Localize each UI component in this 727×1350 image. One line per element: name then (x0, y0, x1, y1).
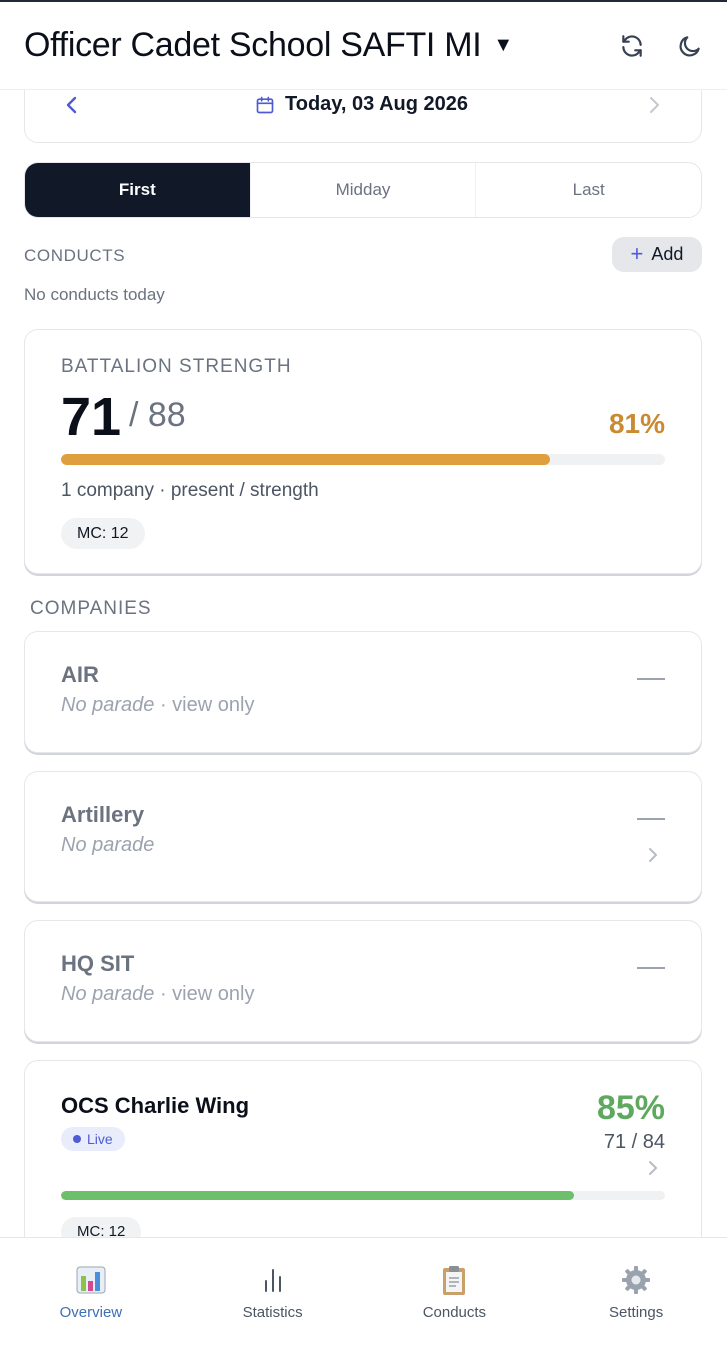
company-status: No parade (61, 834, 154, 857)
company-percent: 85% (596, 1089, 665, 1127)
nav-label: Conducts (422, 1304, 487, 1321)
companies-section-label: COMPANIES (30, 598, 152, 619)
nav-label: Settings (609, 1304, 664, 1321)
company-name: Artillery (61, 802, 145, 827)
company-card-ocs-charlie-wing[interactable]: OCS Charlie Wing Live 85% 71 / 84 MC: 12 (24, 1060, 702, 1260)
battalion-strength-card: BATTALION STRENGTH 71 / 88 81% 1 company… (24, 329, 702, 574)
date-label: Today, 03 Aug 2026 (285, 93, 469, 115)
unit-title[interactable]: Officer Cadet School SAFTI MI (24, 26, 482, 65)
strength-percent: 81% (608, 408, 665, 439)
parade-status: No parade (61, 834, 155, 856)
strength-subtitle: 1 company · present / strength (61, 480, 319, 501)
nav-settings[interactable]: Settings (545, 1238, 727, 1350)
app-header: Officer Cadet School SAFTI MI ▼ (0, 2, 727, 90)
company-name: AIR (61, 662, 99, 687)
present-count: 71 (61, 387, 122, 447)
unit-dropdown-caret-icon[interactable]: ▼ (493, 34, 513, 57)
chevron-left-icon[interactable] (63, 93, 81, 117)
company-name: HQ SIT (61, 951, 135, 976)
clipboard-icon (438, 1264, 470, 1296)
nav-conducts[interactable]: Conducts (364, 1238, 546, 1350)
company-card-air[interactable]: AIR No parade · view only (24, 631, 702, 753)
period-selector: First Midday Last (24, 162, 702, 218)
no-value-dash (637, 678, 665, 680)
nav-overview[interactable]: Overview (0, 1238, 182, 1350)
period-tab-last[interactable]: Last (475, 163, 701, 217)
battalion-strength-label: BATTALION STRENGTH (61, 356, 292, 377)
chevron-right-icon[interactable] (647, 1159, 659, 1177)
chevron-right-icon[interactable] (647, 846, 659, 864)
company-fraction: 71 / 84 (603, 1131, 665, 1153)
add-button-label: Add (651, 244, 684, 264)
conducts-section-label: CONDUCTS (24, 246, 126, 265)
view-only-label: · view only (159, 694, 255, 716)
no-conducts-message: No conducts today (24, 285, 165, 304)
parade-status: No parade (61, 694, 155, 716)
refresh-icon[interactable] (619, 33, 645, 59)
dark-mode-moon-icon[interactable] (677, 33, 703, 59)
strength-progress-fill (61, 454, 551, 465)
nav-label: Statistics (242, 1304, 303, 1321)
plus-icon: + (630, 240, 644, 266)
gear-icon (620, 1264, 652, 1296)
live-badge: Live (61, 1127, 125, 1151)
period-tab-midday[interactable]: Midday (249, 163, 476, 217)
live-label: Live (87, 1131, 113, 1147)
live-dot-icon (73, 1135, 81, 1143)
strength-total: / 88 (129, 396, 186, 434)
period-tab-first[interactable]: First (25, 163, 250, 217)
add-conduct-button[interactable]: + Add (612, 237, 702, 272)
view-only-label: · view only (159, 983, 255, 1005)
company-name: OCS Charlie Wing (61, 1093, 250, 1118)
parade-status: No parade (61, 983, 155, 1005)
company-progress-bar (61, 1191, 665, 1200)
no-value-dash (637, 967, 665, 969)
date-picker-button[interactable]: Today, 03 Aug 2026 (255, 93, 468, 116)
chevron-right-icon[interactable] (645, 93, 663, 117)
company-card-hq-sit[interactable]: HQ SIT No parade · view only (24, 920, 702, 1042)
strength-progress-bar (61, 454, 665, 465)
company-card-artillery[interactable]: Artillery No parade (24, 771, 702, 902)
statistics-icon (257, 1264, 289, 1296)
mc-badge: MC: 12 (61, 518, 145, 549)
bottom-navigation: Overview Statistics Conducts Settings (0, 1237, 727, 1350)
bar-chart-icon (75, 1264, 107, 1296)
company-status: No parade · view only (61, 983, 254, 1006)
company-status: No parade · view only (61, 694, 254, 717)
company-progress-fill (61, 1191, 575, 1200)
nav-label: Overview (59, 1304, 123, 1321)
no-value-dash (637, 818, 665, 820)
calendar-icon (256, 96, 274, 113)
nav-statistics[interactable]: Statistics (182, 1238, 364, 1350)
